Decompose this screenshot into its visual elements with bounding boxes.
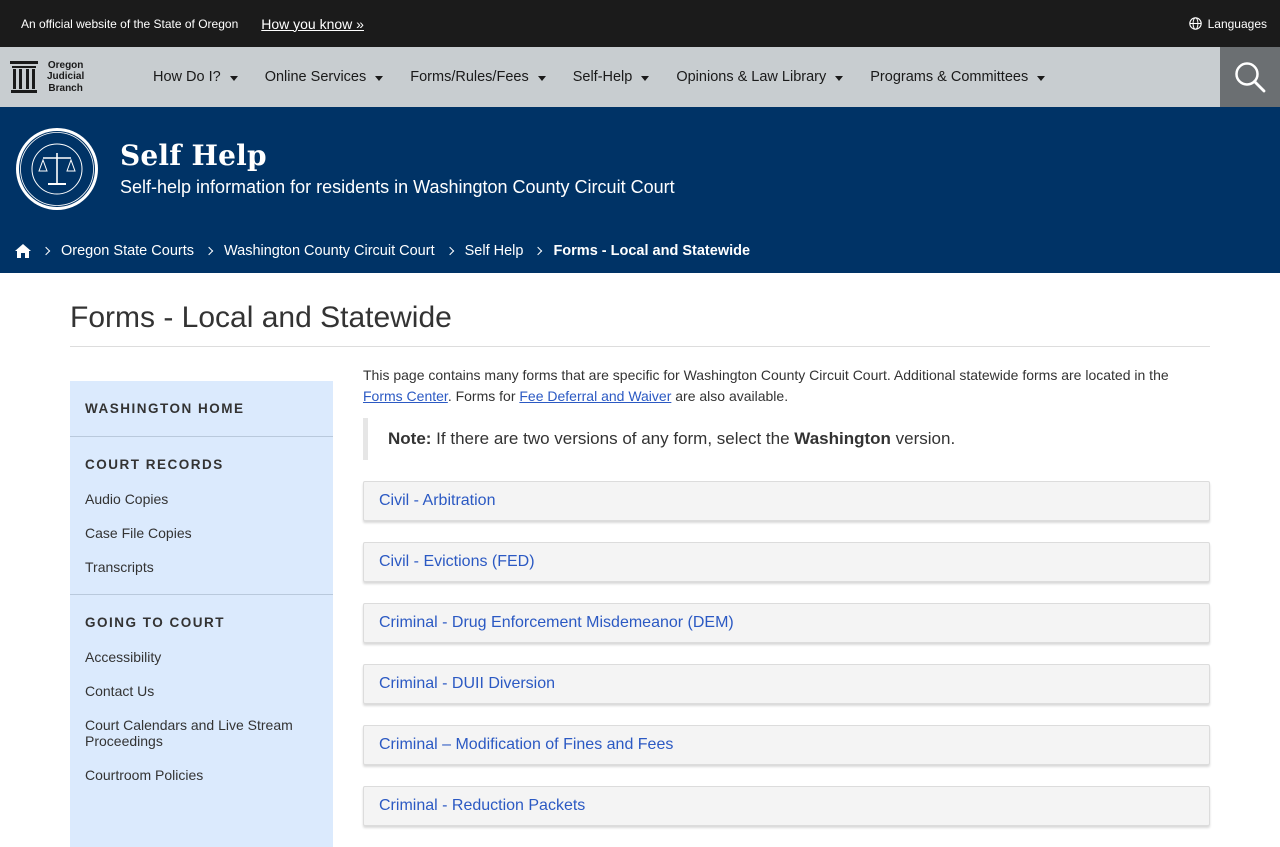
nav-how-do-i[interactable]: How Do I? bbox=[153, 69, 238, 85]
brand-name: Oregon Judicial Branch bbox=[47, 59, 85, 94]
page-header: Self Help Self-help information for resi… bbox=[0, 107, 1280, 273]
sidebar-nav: WASHINGTON HOME COURT RECORDS Audio Copi… bbox=[70, 381, 333, 847]
nav-self-help[interactable]: Self-Help bbox=[573, 69, 650, 85]
breadcrumb-current: Forms - Local and Statewide bbox=[553, 243, 751, 259]
how-you-know-link[interactable]: How you know » bbox=[261, 16, 364, 32]
breadcrumb-oregon-state-courts[interactable]: Oregon State Courts bbox=[61, 243, 194, 259]
fee-deferral-waiver-link[interactable]: Fee Deferral and Waiver bbox=[519, 388, 671, 404]
section-subtitle: Self-help information for residents in W… bbox=[120, 177, 675, 197]
chevron-right-icon bbox=[41, 246, 51, 256]
chevron-right-icon bbox=[534, 246, 543, 256]
breadcrumb: Oregon State Courts Washington County Ci… bbox=[15, 243, 750, 259]
accordion-criminal-modification-fines[interactable]: Criminal – Modification of Fines and Fee… bbox=[363, 725, 1210, 765]
sidebar-item-court-calendars[interactable]: Court Calendars and Live Stream Proceedi… bbox=[70, 708, 333, 758]
search-icon bbox=[1235, 62, 1266, 93]
sidebar-heading-going-to-court[interactable]: GOING TO COURT bbox=[70, 595, 333, 640]
main-navbar: Oregon Judicial Branch How Do I? Online … bbox=[0, 47, 1280, 107]
official-banner: An official website of the State of Oreg… bbox=[0, 0, 1280, 47]
sidebar-heading-court-records[interactable]: COURT RECORDS bbox=[70, 437, 333, 482]
note-callout: Note: If there are two versions of any f… bbox=[363, 418, 1210, 460]
search-button[interactable] bbox=[1220, 47, 1280, 107]
forms-accordion: Civil - Arbitration Civil - Evictions (F… bbox=[363, 481, 1210, 826]
accordion-criminal-reduction-packets[interactable]: Criminal - Reduction Packets bbox=[363, 786, 1210, 826]
section-title: Self Help bbox=[120, 139, 267, 172]
nav-forms-rules-fees[interactable]: Forms/Rules/Fees bbox=[410, 69, 546, 85]
languages-label: Languages bbox=[1207, 16, 1267, 31]
sidebar-item-transcripts[interactable]: Transcripts bbox=[70, 550, 333, 584]
nav-opinions-law-library[interactable]: Opinions & Law Library bbox=[676, 69, 844, 85]
forms-content: This page contains many forms that are s… bbox=[363, 367, 1210, 847]
caret-down-icon bbox=[1037, 75, 1046, 81]
courthouse-icon bbox=[10, 61, 38, 93]
sidebar-item-contact-us[interactable]: Contact Us bbox=[70, 674, 333, 708]
sidebar-item-courtroom-policies[interactable]: Courtroom Policies bbox=[70, 758, 333, 792]
breadcrumb-self-help[interactable]: Self Help bbox=[465, 243, 524, 259]
sidebar-item-accessibility[interactable]: Accessibility bbox=[70, 640, 333, 674]
chevron-right-icon bbox=[445, 246, 454, 256]
page-title: Forms - Local and Statewide bbox=[70, 273, 1210, 347]
judicial-department-seal bbox=[16, 128, 98, 210]
main-content: Forms - Local and Statewide WASHINGTON H… bbox=[0, 273, 1280, 847]
caret-down-icon bbox=[537, 75, 546, 81]
caret-down-icon bbox=[641, 75, 650, 81]
primary-nav: How Do I? Online Services Forms/Rules/Fe… bbox=[153, 69, 1072, 85]
sidebar-item-washington-home[interactable]: WASHINGTON HOME bbox=[70, 381, 333, 436]
languages-button[interactable]: Languages bbox=[1188, 16, 1267, 31]
accordion-criminal-duii-diversion[interactable]: Criminal - DUII Diversion bbox=[363, 664, 1210, 704]
accordion-civil-evictions[interactable]: Civil - Evictions (FED) bbox=[363, 542, 1210, 582]
accordion-civil-arbitration[interactable]: Civil - Arbitration bbox=[363, 481, 1210, 521]
sidebar-item-case-file-copies[interactable]: Case File Copies bbox=[70, 516, 333, 550]
sidebar-item-audio-copies[interactable]: Audio Copies bbox=[70, 482, 333, 516]
breadcrumb-washington-county[interactable]: Washington County Circuit Court bbox=[224, 243, 435, 259]
intro-paragraph: This page contains many forms that are s… bbox=[363, 367, 1169, 404]
globe-icon bbox=[1188, 17, 1202, 30]
caret-down-icon bbox=[375, 75, 384, 81]
home-icon[interactable] bbox=[15, 244, 31, 258]
official-site-text: An official website of the State of Oreg… bbox=[21, 16, 239, 31]
chevron-right-icon bbox=[204, 246, 214, 256]
nav-programs-committees[interactable]: Programs & Committees bbox=[870, 69, 1046, 85]
forms-center-link[interactable]: Forms Center bbox=[363, 388, 448, 404]
accordion-criminal-dem[interactable]: Criminal - Drug Enforcement Misdemeanor … bbox=[363, 603, 1210, 643]
nav-online-services[interactable]: Online Services bbox=[265, 69, 384, 85]
ojd-logo-link[interactable]: Oregon Judicial Branch bbox=[0, 60, 153, 95]
caret-down-icon bbox=[229, 75, 238, 81]
caret-down-icon bbox=[835, 75, 844, 81]
